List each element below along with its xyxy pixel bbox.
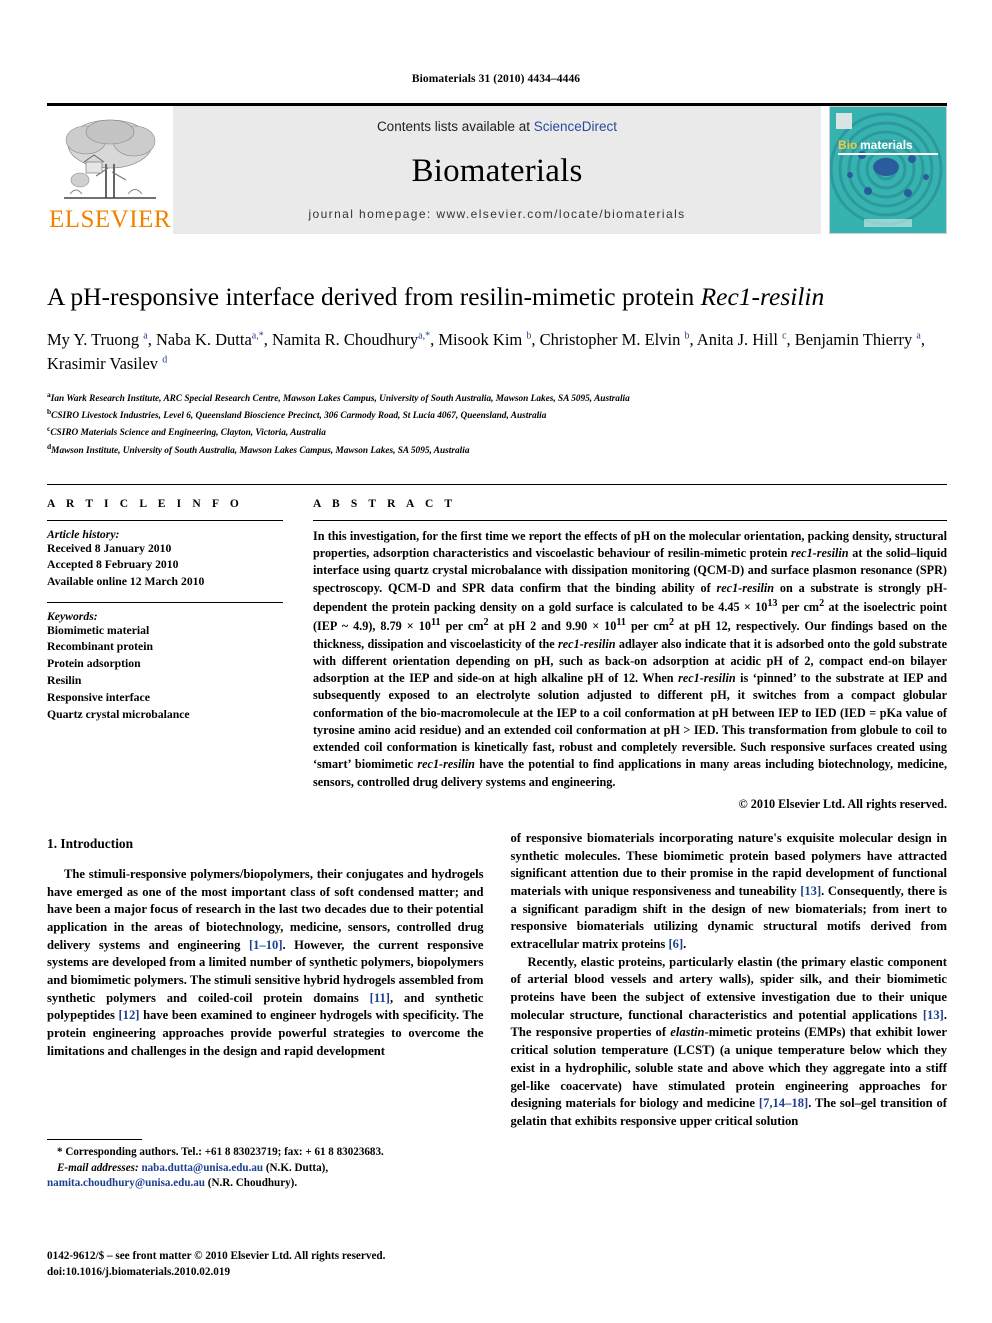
journal-header-band: ELSEVIER Contents lists available at Sci… (47, 103, 947, 234)
affiliation-item: bCSIRO Livestock Industries, Level 6, Qu… (47, 406, 947, 423)
email-link-choudhury[interactable]: namita.choudhury@unisa.edu.au (47, 1177, 205, 1189)
email-label: E-mail addresses: (57, 1161, 139, 1174)
citation-ref[interactable]: [6] (668, 937, 683, 951)
citation-ref[interactable]: [7,14–18] (759, 1096, 808, 1110)
info-abstract-section: A R T I C L E I N F O Article history: R… (47, 483, 947, 812)
divider (313, 519, 947, 521)
affiliation-text: Mawson Institute, University of South Au… (51, 445, 470, 456)
email-note: E-mail addresses: naba.dutta@unisa.edu.a… (47, 1161, 484, 1192)
copyright-line: © 2010 Elsevier Ltd. All rights reserved… (738, 796, 947, 811)
paragraph-emphasis: elastin (670, 1025, 705, 1040)
elsevier-wordmark: ELSEVIER (48, 206, 172, 233)
elsevier-tree-icon (64, 119, 156, 199)
section-heading-introduction: 1. Introduction (47, 835, 134, 851)
abstract-text: In this investigation, for the first tim… (313, 528, 948, 789)
affiliation-item: cCSIRO Materials Science and Engineering… (47, 423, 947, 440)
article-history-label: Article history: (47, 527, 120, 541)
affiliation-list: aIan Wark Research Institute, ARC Specia… (47, 389, 947, 458)
journal-homepage-line[interactable]: journal homepage: www.elsevier.com/locat… (308, 207, 685, 221)
corresponding-author-note: * Corresponding authors. Tel.: +61 8 830… (57, 1146, 384, 1158)
contents-prefix-label: Contents lists available at (376, 119, 534, 134)
contents-available-line: Contents lists available at ScienceDirec… (377, 119, 617, 134)
abstract-column: A B S T R A C T In this investigation, f… (313, 498, 947, 812)
body-columns: 1. Introduction The stimuli-responsive p… (47, 830, 947, 1131)
citation-ref[interactable]: [13] (800, 884, 821, 898)
imprint-block: 0142-9612/$ – see front matter © 2010 El… (47, 1248, 507, 1280)
affiliation-text: Ian Wark Research Institute, ARC Special… (50, 394, 630, 405)
keywords-label: Keywords: (47, 609, 98, 623)
citation-ref[interactable]: [12] (118, 1008, 139, 1022)
paragraph: of responsive biomaterials incorporating… (511, 830, 948, 954)
paragraph-text: Recently, elastic proteins, particularly… (510, 954, 948, 1022)
affiliation-item: aIan Wark Research Institute, ARC Specia… (47, 389, 947, 406)
citation-ref[interactable]: [13] (923, 1008, 944, 1022)
divider (47, 519, 283, 521)
history-item: Available online 12 March 2010 (47, 575, 205, 589)
paragraph: Recently, elastic proteins, particularly… (511, 954, 948, 1131)
affil-mark: a,* (251, 330, 264, 342)
article-info-label: A R T I C L E I N F O (47, 497, 243, 510)
page-title: A pH-responsive interface derived from r… (47, 282, 947, 312)
imprint-line-doi[interactable]: doi:10.1016/j.biomaterials.2010.02.019 (47, 1264, 507, 1280)
right-column: of responsive biomaterials incorporating… (511, 830, 948, 1131)
paragraph-text: . (683, 937, 687, 952)
affil-mark: c (782, 330, 787, 342)
affiliation-item: dMawson Institute, University of South A… (47, 441, 947, 458)
email-owner: (N.K. Dutta), (263, 1161, 329, 1174)
paper-page: Biomaterials 31 (2010) 4434–4446 ELSEVIE… (0, 0, 992, 1323)
affil-mark: b (684, 330, 690, 342)
keyword-item: Resilin (47, 674, 82, 688)
elsevier-logo: ELSEVIER (47, 106, 173, 234)
divider (47, 601, 283, 603)
journal-header-center: Contents lists available at ScienceDirec… (173, 106, 821, 234)
imprint-line-issn: 0142-9612/$ – see front matter © 2010 El… (47, 1250, 386, 1262)
keyword-item: Protein adsorption (47, 657, 141, 671)
history-item: Accepted 8 February 2010 (47, 558, 179, 572)
svg-text:materials: materials (860, 138, 913, 152)
affil-mark: d (162, 354, 168, 365)
affil-mark: a (143, 330, 148, 342)
abstract-label: A B S T R A C T (313, 497, 457, 510)
citation-ref[interactable]: [11] (370, 991, 390, 1005)
author-list: My Y. Truong a, Naba K. Duttaa,*, Namita… (47, 330, 925, 373)
journal-cover-thumbnail: Bio materials (829, 106, 947, 234)
title-block: A pH-responsive interface derived from r… (47, 234, 947, 458)
journal-title: Biomaterials (411, 153, 583, 189)
keyword-item: Recombinant protein (47, 640, 153, 654)
keyword-item: Quartz crystal microbalance (47, 707, 190, 721)
cover-artwork-icon: Bio materials (830, 107, 946, 233)
sciencedirect-link[interactable]: ScienceDirect (534, 119, 617, 134)
affil-mark: a,* (418, 330, 431, 342)
affil-mark: a (916, 330, 921, 342)
keyword-item: Responsive interface (47, 691, 150, 704)
footnote-divider (47, 1139, 142, 1140)
paragraph: The stimuli-responsive polymers/biopolym… (47, 866, 484, 1061)
email-owner: (N.R. Choudhury). (204, 1177, 298, 1190)
title-plain: A pH-responsive interface derived from r… (47, 282, 701, 311)
title-italic: Rec1-resilin (700, 282, 825, 311)
affil-mark: b (526, 330, 532, 342)
keyword-item: Biomimetic material (47, 623, 150, 637)
running-head: Biomaterials 31 (2010) 4434–4446 (411, 73, 581, 85)
history-item: Received 8 January 2010 (47, 541, 172, 555)
footnote-block: * Corresponding authors. Tel.: +61 8 830… (47, 1139, 484, 1192)
svg-text:Bio: Bio (838, 138, 857, 152)
affiliation-text: CSIRO Livestock Industries, Level 6, Que… (51, 411, 547, 422)
affiliation-text: CSIRO Materials Science and Engineering,… (50, 428, 326, 439)
email-link-dutta[interactable]: naba.dutta@unisa.edu.au (141, 1162, 263, 1174)
left-column: 1. Introduction The stimuli-responsive p… (47, 830, 484, 1131)
citation-ref[interactable]: [1–10] (249, 938, 283, 952)
article-info-column: A R T I C L E I N F O Article history: R… (47, 498, 283, 812)
